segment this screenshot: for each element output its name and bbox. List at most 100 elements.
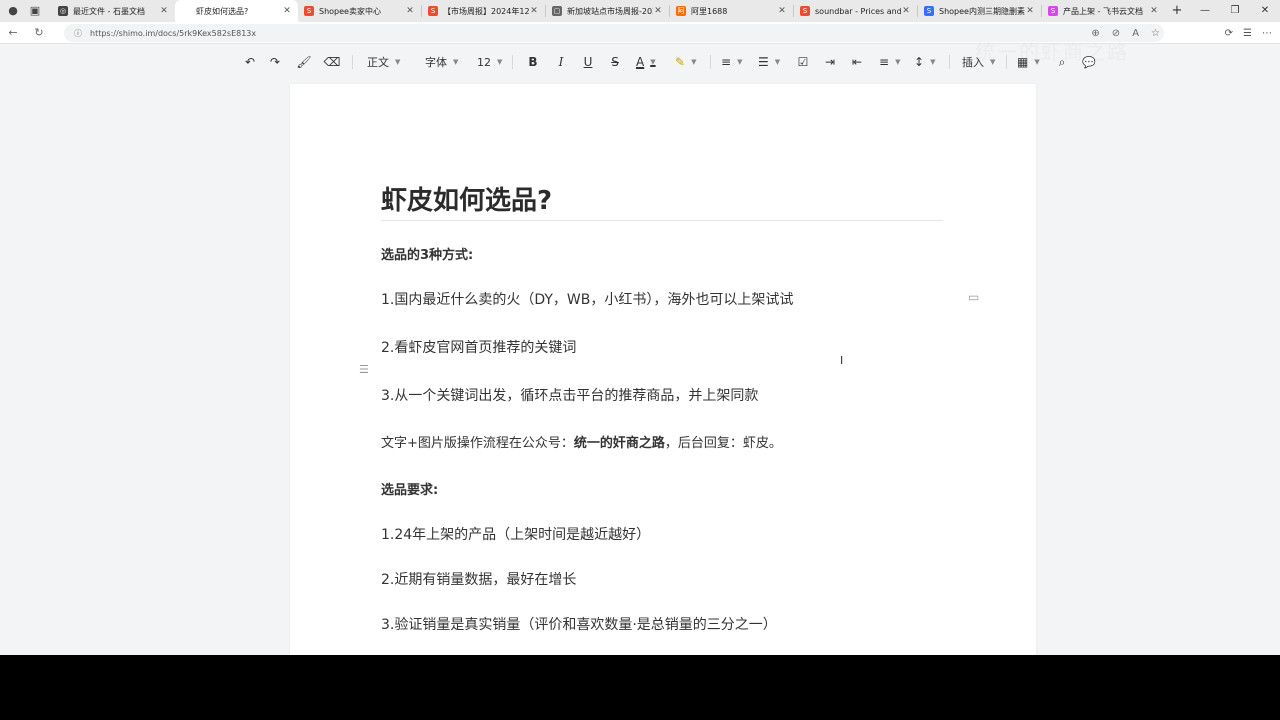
line-height-button[interactable]: ↕ ▼ [914, 50, 935, 74]
undo-icon[interactable]: ↶ [242, 50, 258, 74]
tab-close-icon[interactable]: ✕ [777, 6, 787, 16]
doc-paragraph[interactable]: 选品要求: [381, 479, 438, 498]
browser-tab[interactable]: S Shopee卖家中心 ✕ [298, 0, 421, 22]
doc-paragraph[interactable]: 选品的3种方式: [381, 244, 473, 263]
toolbar-divider [710, 55, 711, 69]
bold-button[interactable]: B [527, 50, 539, 74]
tab-close-icon[interactable]: ✕ [1025, 6, 1035, 16]
redo-icon[interactable]: ↷ [267, 50, 283, 74]
tab-strip-left: ● ▣ [0, 0, 52, 22]
doc-paragraph[interactable]: 3.验证销量是真实销量（评价和喜欢数量·是总销量的三分之一） [381, 614, 777, 634]
paragraph-bold-text: 统一的奸商之路 [573, 436, 665, 451]
more-menu-icon[interactable]: ⋯ [1262, 28, 1272, 39]
doc-paragraph[interactable]: 1.24年上架的产品（上架时间是越近越好） [381, 524, 650, 544]
browser-tab[interactable]: 虾皮如何选品? ✕ [175, 0, 298, 22]
reload-icon[interactable]: ↻ [26, 26, 52, 39]
bullet-list-button[interactable]: ☰ ▼ [758, 50, 780, 74]
back-icon[interactable]: ← [0, 26, 26, 39]
tab-list: ◎ 最近文件 - 石墨文档 ✕ 虾皮如何选品? ✕ S Shopee卖家中心 ✕ S 【市场周报】… [52, 0, 1165, 22]
browser-tab[interactable]: S 产品上架 - 飞书云文档 ✕ [1042, 0, 1165, 22]
font-size-dropdown[interactable]: 12 ▼ [477, 50, 502, 74]
tab-label: 【市场周报】2024年12月 [443, 6, 529, 16]
tab-close-icon[interactable]: ✕ [282, 6, 292, 16]
tab-close-icon[interactable]: ✕ [901, 6, 911, 16]
paragraph-text: ，后台回复：虾皮。 [664, 436, 782, 451]
browser-tab[interactable]: ◎ 最近文件 - 石墨文档 ✕ [52, 0, 175, 22]
doc-paragraph[interactable]: 2.看虾皮官网首页推荐的关键词 [381, 337, 576, 357]
highlight-button[interactable]: ✎ ▼ [675, 50, 696, 74]
tab-favicon-icon: S [924, 6, 934, 16]
ordered-list-button[interactable]: ≡ ▼ [721, 50, 742, 74]
document-title[interactable]: 虾皮如何选品? [381, 180, 552, 217]
outdent-icon[interactable]: ⇤ [850, 50, 864, 74]
chevron-down-icon: ▼ [497, 58, 503, 66]
doc-paragraph[interactable]: 2.近期有销量数据，最好在增长 [381, 569, 576, 589]
chevron-down-icon: ▼ [1034, 58, 1040, 66]
tab-label: 阿里1688 [691, 6, 728, 16]
site-info-icon[interactable]: ⓘ [74, 28, 82, 39]
tab-label: soundbar - Prices and De [815, 6, 901, 16]
clear-format-icon[interactable]: ⌫ [324, 50, 341, 74]
paragraph-style-label: 正文 [367, 56, 389, 69]
document-page[interactable]: 虾皮如何选品? 选品的3种方式: 1.国内最近什么卖的火（DY，WB，小红书），… [290, 84, 1036, 655]
tab-favicon-icon: S [1048, 6, 1058, 16]
font-size-label: 12 [477, 55, 491, 69]
browser-tab[interactable]: ▢ 新加坡站点市场周报-202 ✕ [546, 0, 669, 22]
format-painter-icon[interactable]: 🖌 [296, 50, 312, 74]
tab-favicon-icon: 阿 [676, 6, 686, 16]
tab-close-icon[interactable]: ✕ [529, 6, 539, 16]
add-comment-icon[interactable]: ▭ [968, 290, 984, 304]
restore-icon[interactable]: ❐ [1220, 0, 1250, 22]
insert-dropdown[interactable]: 插入 ▼ [962, 50, 995, 74]
tab-close-icon[interactable]: ✕ [653, 6, 663, 16]
browser-tab[interactable]: S Shopee内测三期隐删素 ✕ [918, 0, 1041, 22]
table-button[interactable]: ▦ ▼ [1017, 50, 1040, 74]
tab-close-icon[interactable]: ✕ [405, 6, 415, 16]
checklist-icon[interactable]: ☑ [796, 50, 810, 74]
new-tab-button[interactable]: + [1165, 0, 1189, 22]
browser-tab[interactable]: Ssoundbar - Prices and De✕ [794, 0, 917, 22]
font-family-dropdown[interactable]: 字体 ▼ [425, 50, 458, 74]
doc-paragraph[interactable]: 1.国内最近什么卖的火（DY，WB，小红书），海外也可以上架试试 [381, 289, 793, 309]
bullet-list-icon: ☰ [758, 55, 769, 69]
strikethrough-button[interactable]: S [609, 50, 621, 74]
paragraph-style-dropdown[interactable]: 正文 ▼ [367, 50, 400, 74]
font-family-label: 字体 [425, 56, 447, 69]
tab-label: 虾皮如何选品? [196, 6, 249, 16]
toolbar-divider [949, 55, 950, 69]
align-button[interactable]: ≡ ▼ [879, 50, 900, 74]
doc-paragraph[interactable]: 文字+图片版操作流程在公众号：统一的奸商之路，后台回复：虾皮。 [381, 432, 782, 451]
indent-icon[interactable]: ⇥ [823, 50, 837, 74]
table-icon: ▦ [1017, 55, 1029, 69]
favorites-icon[interactable]: ☰ [1243, 28, 1252, 39]
browser-tab[interactable]: 阿阿里1688 ✕ [670, 0, 793, 22]
close-window-icon[interactable]: ✕ [1250, 0, 1280, 22]
favorite-star-icon[interactable]: ☆ [1151, 28, 1160, 39]
italic-button[interactable]: I [555, 50, 567, 74]
window-controls: — ❐ ✕ [1190, 0, 1280, 22]
doc-paragraph[interactable]: 3.从一个关键词出发，循环点击平台的推荐商品，并上架同款 [381, 385, 758, 405]
tab-label: 新加坡站点市场周报-202 [567, 6, 653, 16]
font-color-button[interactable]: A ▼ [636, 50, 656, 74]
find-icon[interactable]: ⌕ [1055, 50, 1069, 74]
comment-icon[interactable]: 💬 [1082, 50, 1096, 74]
underline-button[interactable]: U [582, 50, 594, 74]
text-cursor-icon: I [840, 354, 844, 367]
tab-close-icon[interactable]: ✕ [1149, 6, 1159, 16]
browser-tab[interactable]: S 【市场周报】2024年12月 ✕ [422, 0, 545, 22]
chevron-down-icon: ▼ [650, 58, 656, 66]
tab-actions-icon[interactable]: ▣ [28, 4, 42, 18]
toolbar-divider [1006, 55, 1007, 69]
tab-close-icon[interactable]: ✕ [159, 6, 169, 16]
highlighter-icon: ✎ [675, 55, 686, 69]
read-aloud-icon[interactable]: A [1132, 28, 1139, 39]
tab-label: 最近文件 - 石墨文档 [73, 6, 145, 16]
profile-icon[interactable]: ● [6, 4, 20, 18]
chevron-down-icon: ▼ [930, 58, 936, 66]
extension-icon[interactable]: ⟳ [1225, 28, 1233, 39]
minimize-icon[interactable]: — [1190, 0, 1220, 22]
block-drag-handle-icon[interactable]: ☰ [359, 363, 369, 376]
chevron-down-icon: ▼ [895, 58, 901, 66]
line-height-icon: ↕ [914, 55, 925, 69]
font-color-icon: A [636, 55, 645, 69]
